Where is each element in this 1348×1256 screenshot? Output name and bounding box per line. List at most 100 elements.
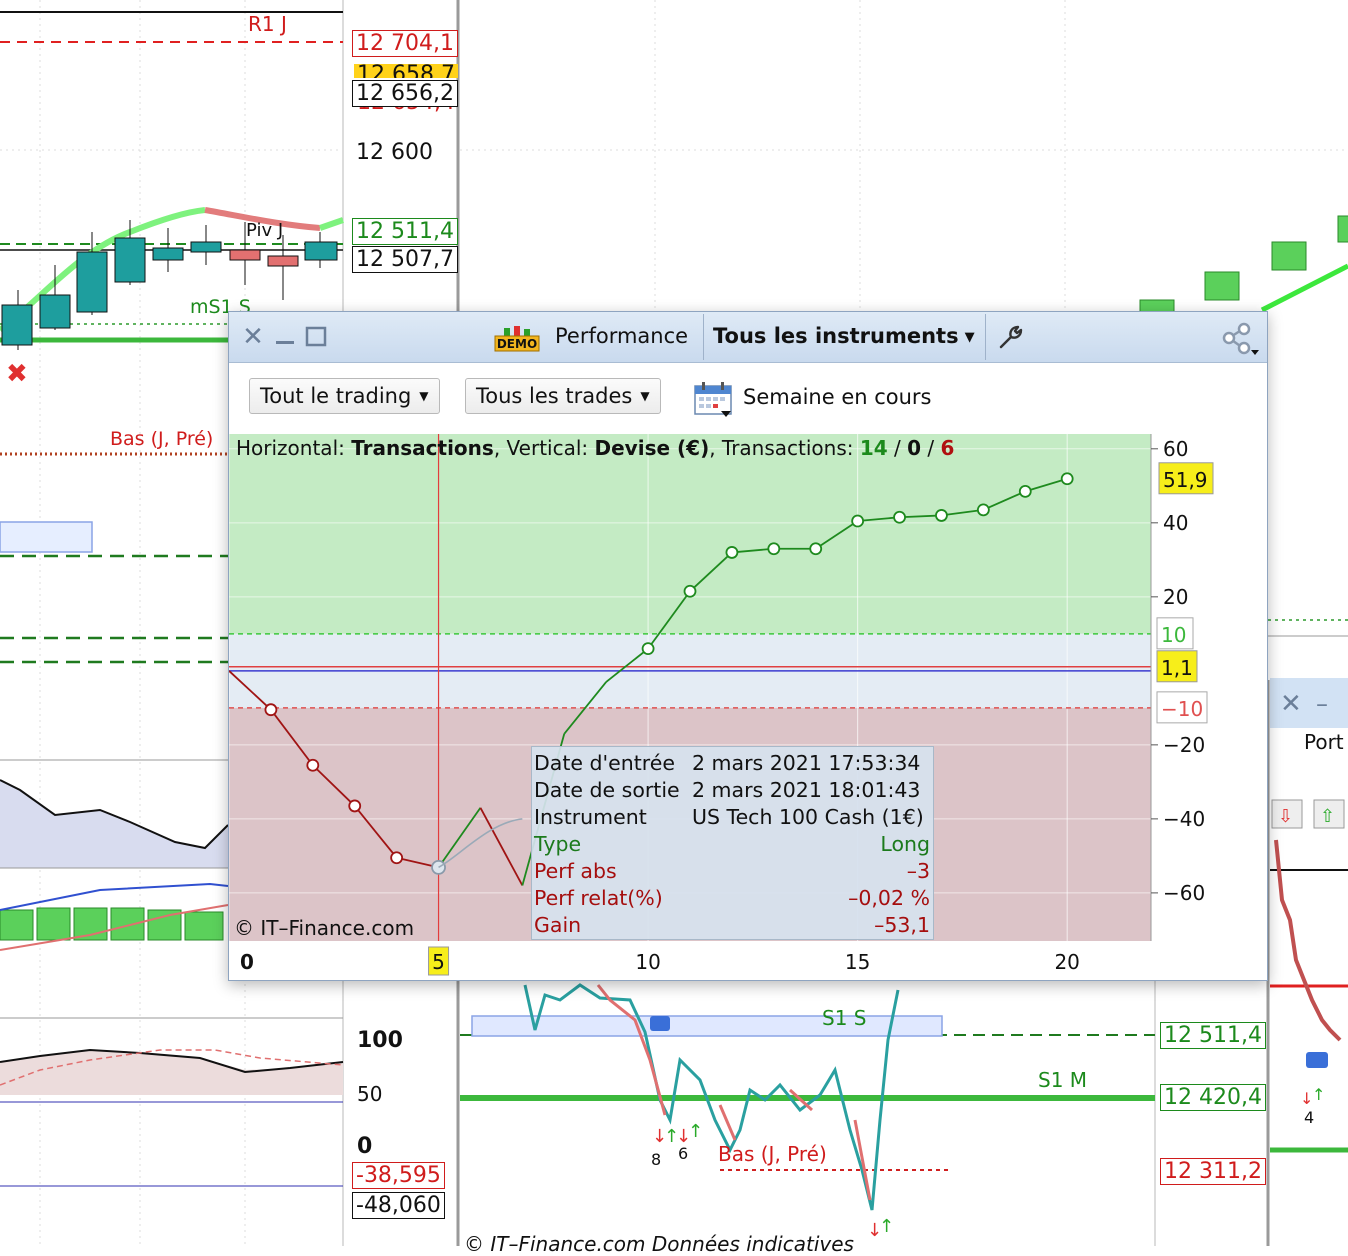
tooltip-value: Long — [880, 832, 930, 856]
x-tick-label: 10 — [635, 950, 660, 974]
tooltip-value: US Tech 100 Cash (1€) — [692, 805, 924, 829]
titlebar-separator — [985, 314, 986, 360]
tooltip-key: Date d'entrée — [534, 751, 676, 775]
x-tick-label: 20 — [1054, 950, 1079, 974]
chart-footer: © IT–Finance.com Données indicatives — [464, 1232, 854, 1256]
tooltip-value: 2 mars 2021 17:53:34 — [692, 751, 921, 775]
tooltip-row-perf-abs: Perf abs –3 — [534, 859, 930, 886]
tooltip-key: Perf relat(%) — [534, 886, 663, 910]
chevron-down-icon: ▼ — [640, 389, 650, 403]
svg-text:↑: ↑ — [1312, 1085, 1325, 1104]
svg-text:⇩: ⇩ — [1278, 806, 1293, 827]
current-level-label: 1,1 — [1161, 656, 1193, 680]
price-label: 12 600 — [356, 140, 433, 165]
tooltip-row-perf-rel: Perf relat(%) –0,02 % — [534, 886, 930, 913]
tooltip-value: 2 mars 2021 18:01:43 — [692, 778, 921, 802]
oscillator-label: -48,060 — [352, 1192, 445, 1219]
price-label: 12 511,4 — [352, 218, 458, 245]
tooltip-key: Date de sortie — [534, 778, 680, 802]
chevron-down-icon: ▼ — [419, 389, 429, 403]
tooltip-row-type: Type Long — [534, 832, 930, 859]
oscillator-label: -38,595 — [352, 1162, 445, 1189]
info-horizontal-prefix: Horizontal: — [236, 436, 352, 460]
trading-filter-label: Tout le trading — [260, 384, 412, 408]
chevron-down-icon: ▼ — [964, 330, 975, 345]
data-point — [264, 703, 278, 717]
svg-text:DEMO: DEMO — [497, 337, 537, 351]
trading-filter-dropdown[interactable]: Tout le trading ▼ — [249, 378, 440, 414]
tooltip-key: Instrument — [534, 805, 647, 829]
svg-text:⇧: ⇧ — [1320, 806, 1335, 827]
oscillator-label: 100 — [357, 1028, 403, 1053]
portfolio-title: Port — [1304, 730, 1344, 754]
titlebar-separator — [703, 314, 704, 360]
tooltip-value: –3 — [906, 859, 930, 883]
data-point — [1060, 472, 1074, 486]
price-label: 12 704,1 — [352, 30, 458, 57]
trades-filter-dropdown[interactable]: Tous les trades ▼ — [465, 378, 661, 414]
upper-band-label: 10 — [1161, 623, 1186, 647]
tooltip-row-instrument: Instrument US Tech 100 Cash (1€) — [534, 805, 930, 832]
data-point — [767, 542, 781, 556]
level-label: S1 M — [1038, 1068, 1088, 1092]
y-tick-label: 20 — [1163, 585, 1188, 609]
performance-window: ✕ DEMO Performance Tous les instruments ▼ — [228, 311, 1268, 981]
data-point — [851, 514, 865, 528]
svg-text:✖: ✖ — [6, 359, 28, 389]
data-point — [935, 509, 948, 522]
period-label: Semaine en cours — [743, 385, 932, 409]
last-value-label: 51,9 — [1163, 468, 1208, 492]
info-neutral: 0 — [907, 436, 922, 460]
y-tick-label: 60 — [1163, 437, 1188, 461]
price-label: 12 311,2 — [1160, 1158, 1266, 1185]
data-point — [390, 851, 404, 865]
info-vertical: Devise (€) — [594, 436, 710, 460]
share-icon[interactable] — [1221, 322, 1261, 356]
data-point — [893, 510, 906, 524]
y-tick-label: 40 — [1163, 511, 1188, 535]
data-point — [1018, 484, 1032, 498]
chart-copyright: © IT–Finance.com — [234, 916, 415, 940]
info-wins: 14 — [859, 436, 888, 460]
data-point — [725, 546, 739, 559]
level-label: Bas (J, Pré) — [110, 428, 214, 450]
tooltip-key: Perf abs — [534, 859, 617, 883]
tooltip-key: Gain — [534, 913, 582, 937]
x-tick-label: 15 — [845, 950, 870, 974]
instrument-selector-label: Tous les instruments — [713, 324, 959, 348]
trade-tooltip: Date d'entrée 2 mars 2021 17:53:34 Date d… — [531, 746, 934, 940]
tooltip-value: –0,02 % — [848, 886, 930, 910]
window-title: Performance — [555, 324, 689, 348]
x-axis-area — [229, 941, 1251, 980]
data-point — [976, 503, 990, 517]
level-label: R1 J — [248, 12, 287, 36]
level-label: Bas (J, Pré) — [718, 1142, 827, 1166]
tooltip-row-exit: Date de sortie 2 mars 2021 18:01:43 — [534, 778, 930, 805]
price-label: 12 511,4 — [1160, 1022, 1266, 1049]
price-label: 12 420,4 — [1160, 1084, 1266, 1111]
svg-text:–: – — [1316, 690, 1328, 718]
calendar-icon[interactable] — [693, 380, 733, 418]
x-tick-label: 5 — [432, 950, 445, 974]
maximize-icon[interactable] — [305, 322, 327, 352]
y-tick-label: −20 — [1163, 733, 1205, 757]
tooltip-row-entry: Date d'entrée 2 mars 2021 17:53:34 — [534, 751, 930, 778]
tooltip-value: –53,1 — [874, 913, 930, 937]
y-tick-label: −40 — [1163, 807, 1205, 831]
info-transactions-prefix: , Transactions: — [709, 436, 860, 460]
profit-zone — [229, 434, 1151, 634]
minimize-icon[interactable] — [273, 322, 297, 352]
info-sep: / — [921, 436, 941, 460]
close-icon[interactable]: ✕ — [239, 322, 267, 352]
wrench-icon[interactable] — [997, 323, 1025, 351]
demo-badge-icon: DEMO — [494, 326, 540, 352]
trades-filter-label: Tous les trades — [476, 384, 633, 408]
instrument-selector[interactable]: Tous les instruments ▼ — [713, 324, 975, 348]
data-point — [641, 642, 655, 656]
lower-band-label: −10 — [1161, 697, 1203, 721]
trade-count: 8 — [651, 1150, 662, 1169]
info-sep: / — [887, 436, 908, 460]
window-titlebar[interactable]: ✕ DEMO Performance Tous les instruments ▼ — [229, 312, 1267, 363]
svg-text:✕: ✕ — [1280, 689, 1302, 719]
trade-count: 6 — [678, 1144, 689, 1163]
